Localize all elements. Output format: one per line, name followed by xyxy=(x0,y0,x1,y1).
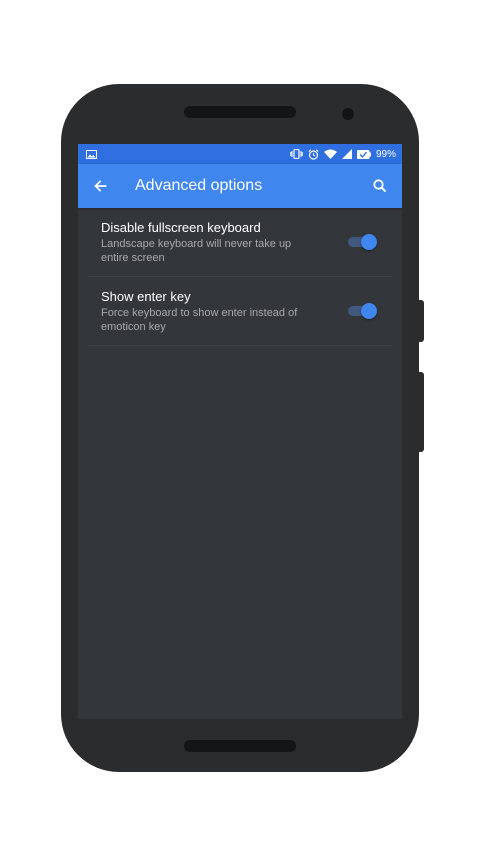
wifi-icon xyxy=(323,149,337,159)
show-enter-key-toggle[interactable] xyxy=(348,303,377,319)
disable-fullscreen-toggle[interactable] xyxy=(348,234,377,250)
bottom-speaker xyxy=(184,740,296,752)
toggle-thumb xyxy=(361,234,377,250)
setting-description: Force keyboard to show enter instead of … xyxy=(101,307,298,333)
search-icon[interactable] xyxy=(370,176,390,196)
volume-button[interactable] xyxy=(419,372,424,452)
vibrate-icon xyxy=(290,149,303,159)
front-camera xyxy=(342,108,354,120)
app-bar: Advanced options xyxy=(78,164,402,208)
image-icon xyxy=(86,149,97,159)
arrow-back-icon[interactable] xyxy=(90,176,110,196)
setting-disable-fullscreen-keyboard[interactable]: Disable fullscreen keyboard Landscape ke… xyxy=(88,208,392,277)
battery-icon xyxy=(356,149,371,159)
phone-frame: 99% Advanced options Disable fullscreen … xyxy=(61,84,419,772)
screen: 99% Advanced options Disable fullscreen … xyxy=(78,144,402,719)
setting-description: Landscape keyboard will never take up en… xyxy=(101,238,292,264)
setting-label: Show enter key xyxy=(101,289,191,304)
status-bar: 99% xyxy=(78,144,402,164)
battery-percent: 99% xyxy=(375,148,396,160)
alarm-icon xyxy=(308,148,319,160)
signal-icon xyxy=(341,149,352,159)
power-button[interactable] xyxy=(419,300,424,342)
setting-show-enter-key[interactable]: Show enter key Force keyboard to show en… xyxy=(88,277,392,346)
settings-list: Disable fullscreen keyboard Landscape ke… xyxy=(78,208,402,346)
page-title: Advanced options xyxy=(135,177,263,194)
setting-label: Disable fullscreen keyboard xyxy=(101,220,261,235)
toggle-thumb xyxy=(361,303,377,319)
earpiece-speaker xyxy=(184,106,296,118)
